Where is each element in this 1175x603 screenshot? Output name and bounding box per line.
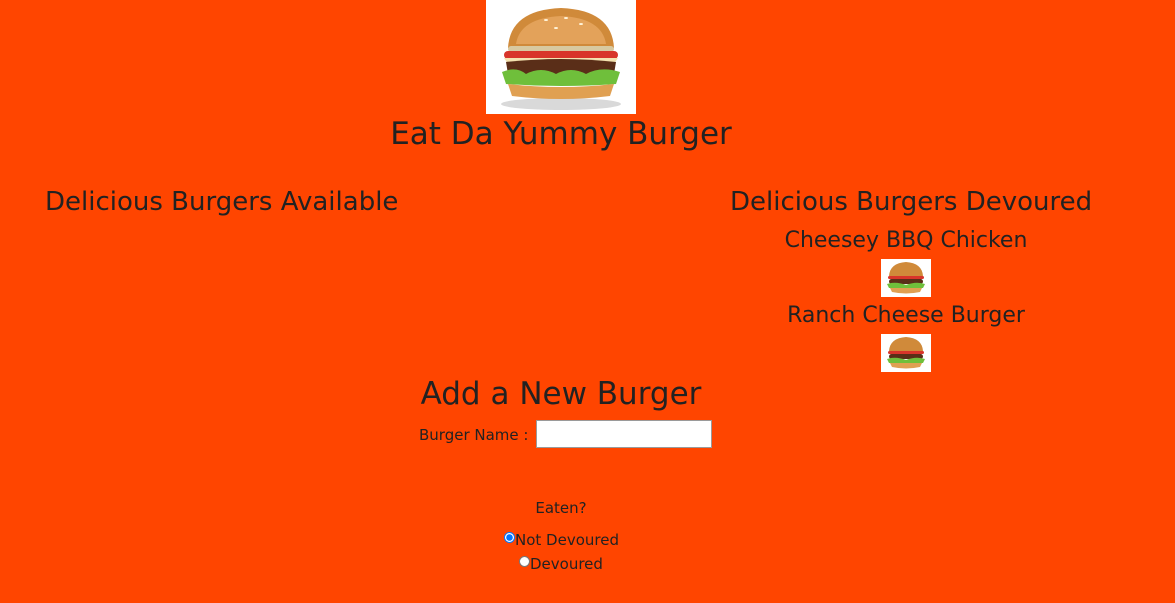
devoured-heading: Delicious Burgers Devoured <box>730 187 1093 217</box>
devoured-label: Devoured <box>530 555 603 573</box>
burger-name: Ranch Cheese Burger <box>787 303 1025 328</box>
devoured-item: Cheesey BBQ Chicken <box>720 224 1092 299</box>
burger-name-input[interactable] <box>535 420 712 448</box>
devoured-option[interactable]: Devoured <box>519 553 603 575</box>
burger-icon <box>881 259 931 297</box>
burger-logo <box>486 0 636 114</box>
devoured-radio[interactable] <box>519 556 530 567</box>
not-devoured-radio[interactable] <box>504 532 515 543</box>
eaten-label: Eaten? <box>535 499 587 517</box>
form-heading: Add a New Burger <box>420 376 702 412</box>
burger-name-label: Burger Name : <box>419 426 529 444</box>
not-devoured-option[interactable]: Not Devoured <box>504 529 619 551</box>
burger-name-row: Burger Name : <box>419 420 712 450</box>
not-devoured-label: Not Devoured <box>515 531 619 549</box>
burger-icon <box>501 8 621 110</box>
page-title: Eat Da Yummy Burger <box>390 116 732 152</box>
devoured-item: Ranch Cheese Burger <box>720 299 1092 374</box>
available-heading: Delicious Burgers Available <box>45 187 399 217</box>
burger-icon <box>881 334 931 372</box>
devoured-list: Cheesey BBQ Chicken Ranch Cheese Burger <box>720 224 1092 374</box>
burger-name: Cheesey BBQ Chicken <box>784 228 1028 253</box>
